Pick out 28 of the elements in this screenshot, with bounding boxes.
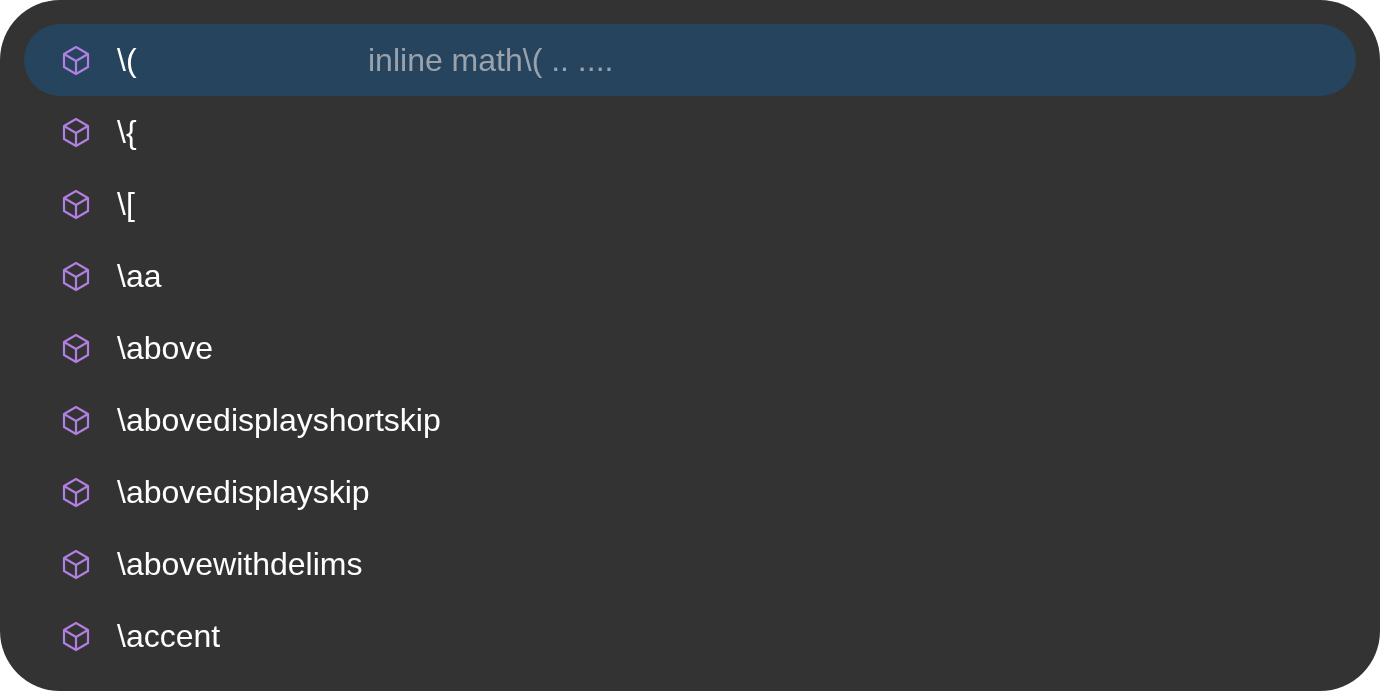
suggestion-label: \accent: [117, 617, 222, 655]
cube-icon: [60, 620, 92, 652]
suggestion-label: \abovewithdelims: [117, 545, 364, 583]
suggestion-label: \[: [117, 185, 136, 223]
cube-icon: [60, 548, 92, 580]
suggestion-item[interactable]: \aa: [24, 240, 1356, 312]
suggestion-label: \abovedisplayskip: [117, 473, 370, 511]
suggestion-item[interactable]: \{: [24, 96, 1356, 168]
suggestion-label: \aa: [117, 257, 163, 295]
suggestion-item[interactable]: \accent: [24, 600, 1356, 672]
suggestion-item[interactable]: \[: [24, 168, 1356, 240]
suggestion-label: \abovedisplayshortskip: [117, 401, 441, 439]
suggestion-item[interactable]: \abovedisplayshortskip: [24, 384, 1356, 456]
cube-icon: [60, 188, 92, 220]
cube-icon: [60, 44, 92, 76]
suggestion-label: \above: [117, 329, 215, 367]
suggestion-item[interactable]: \abovewithdelims: [24, 528, 1356, 600]
suggestion-item[interactable]: \above: [24, 312, 1356, 384]
cube-icon: [60, 476, 92, 508]
suggestion-label: \{: [117, 113, 138, 151]
suggestion-item[interactable]: \abovedisplayskip: [24, 456, 1356, 528]
suggestion-label: \(: [117, 41, 138, 79]
suggestion-detail: inline math\( .. ....: [368, 41, 614, 79]
suggestion-item[interactable]: \( inline math\( .. ....: [24, 24, 1356, 96]
cube-icon: [60, 332, 92, 364]
cube-icon: [60, 260, 92, 292]
cube-icon: [60, 404, 92, 436]
cube-icon: [60, 116, 92, 148]
